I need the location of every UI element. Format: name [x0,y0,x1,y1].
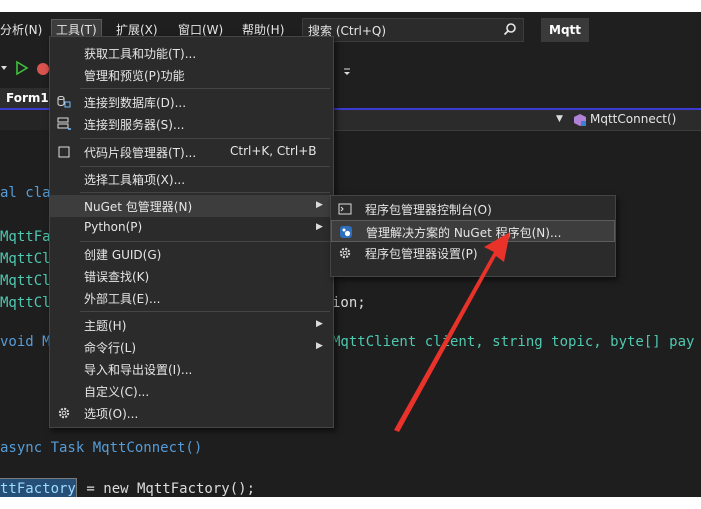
start-icon [16,60,29,76]
project-name[interactable]: Mqtt [541,18,590,42]
code-line: al cla [0,185,51,201]
nuget-icon [340,226,352,238]
menu-separator [80,166,330,167]
toolbar-overflow-icon[interactable] [340,64,354,78]
code-line-highlighted: ttFactory [0,478,77,497]
menu-item-snippet-manager[interactable]: 代码片段管理器(T)... Ctrl+K, Ctrl+B [50,141,333,163]
nuget-submenu: 程序包管理器控制台(O) 管理解决方案的 NuGet 程序包(N)... 程序包… [330,195,616,277]
method-icon [574,114,586,126]
menu-separator [80,241,330,242]
submenu-item-package-settings[interactable]: 程序包管理器设置(P) [331,242,615,264]
chevron-right-icon: ▶ [316,222,323,232]
chevron-right-icon: ▶ [316,319,323,329]
menu-item-import-export[interactable]: 导入和导出设置(I)... [50,358,333,380]
menu-item-command-line[interactable]: 命令行(L) ▶ [50,336,333,358]
menu-item-python[interactable]: Python(P) ▶ [50,217,333,239]
menu-item-manage-preview[interactable]: 管理和预览(P)功能 [50,64,333,86]
code-line: void M [0,334,51,350]
console-icon [338,203,352,215]
code-line: MqttCl [0,295,51,311]
gear-icon [58,407,70,419]
member-dropdown[interactable]: ▼ MqttConnect() [330,110,701,131]
tools-menu: 获取工具和功能(T)... 管理和预览(P)功能 连接到数据库(D)... 连接… [49,36,334,428]
debug-icon [37,63,49,75]
code-line: ion; [332,295,366,311]
submenu-item-package-console[interactable]: 程序包管理器控制台(O) [331,198,615,220]
snippet-icon [58,146,70,158]
search-icon [503,23,516,36]
chevron-down-icon: ▼ [556,114,563,124]
menu-separator [80,311,330,312]
code-line: = new MqttFactory(); [78,481,256,497]
menu-separator [80,88,330,89]
code-line: MqttCl [0,251,51,267]
menu-separator [80,192,330,193]
submenu-item-manage-nuget[interactable]: 管理解决方案的 NuGet 程序包(N)... [331,220,615,242]
menu-item-theme[interactable]: 主题(H) ▶ [50,314,333,336]
menu-item-get-tools[interactable]: 获取工具和功能(T)... [50,42,333,64]
database-connect-icon [57,96,71,108]
code-line: MqttCl [0,273,51,289]
code-line: async Task MqttConnect() [0,440,203,456]
menu-item-customize[interactable]: 自定义(C)... [50,380,333,402]
toolbar-run-controls[interactable] [0,60,50,76]
search-box[interactable]: 搜索 (Ctrl+Q) [302,18,524,42]
menu-item-choose-toolbox[interactable]: 选择工具箱项(X)... [50,168,333,190]
menu-item-external-tools[interactable]: 外部工具(E)... [50,287,333,309]
chevron-right-icon: ▶ [316,341,323,351]
menu-item-options[interactable]: 选项(O)... [50,402,333,424]
menu-separator [80,138,330,139]
menu-item-create-guid[interactable]: 创建 GUID(G) [50,243,333,265]
gear-icon [339,247,351,259]
code-line: MqttClient client, string topic, byte[] … [332,334,695,350]
server-connect-icon [57,117,71,130]
chevron-right-icon: ▶ [316,200,323,210]
menu-item-connect-database[interactable]: 连接到数据库(D)... [50,91,333,113]
menu-item-connect-server[interactable]: 连接到服务器(S)... [50,113,333,135]
menu-item-nuget[interactable]: NuGet 包管理器(N) ▶ [50,195,333,217]
dropdown-caret-icon [1,66,7,70]
member-name: MqttConnect() [590,112,677,126]
code-line: MqttFa [0,229,51,245]
menu-item-error-lookup[interactable]: 错误查找(K) [50,265,333,287]
menu-analyze[interactable]: 分析(N) [0,20,46,40]
